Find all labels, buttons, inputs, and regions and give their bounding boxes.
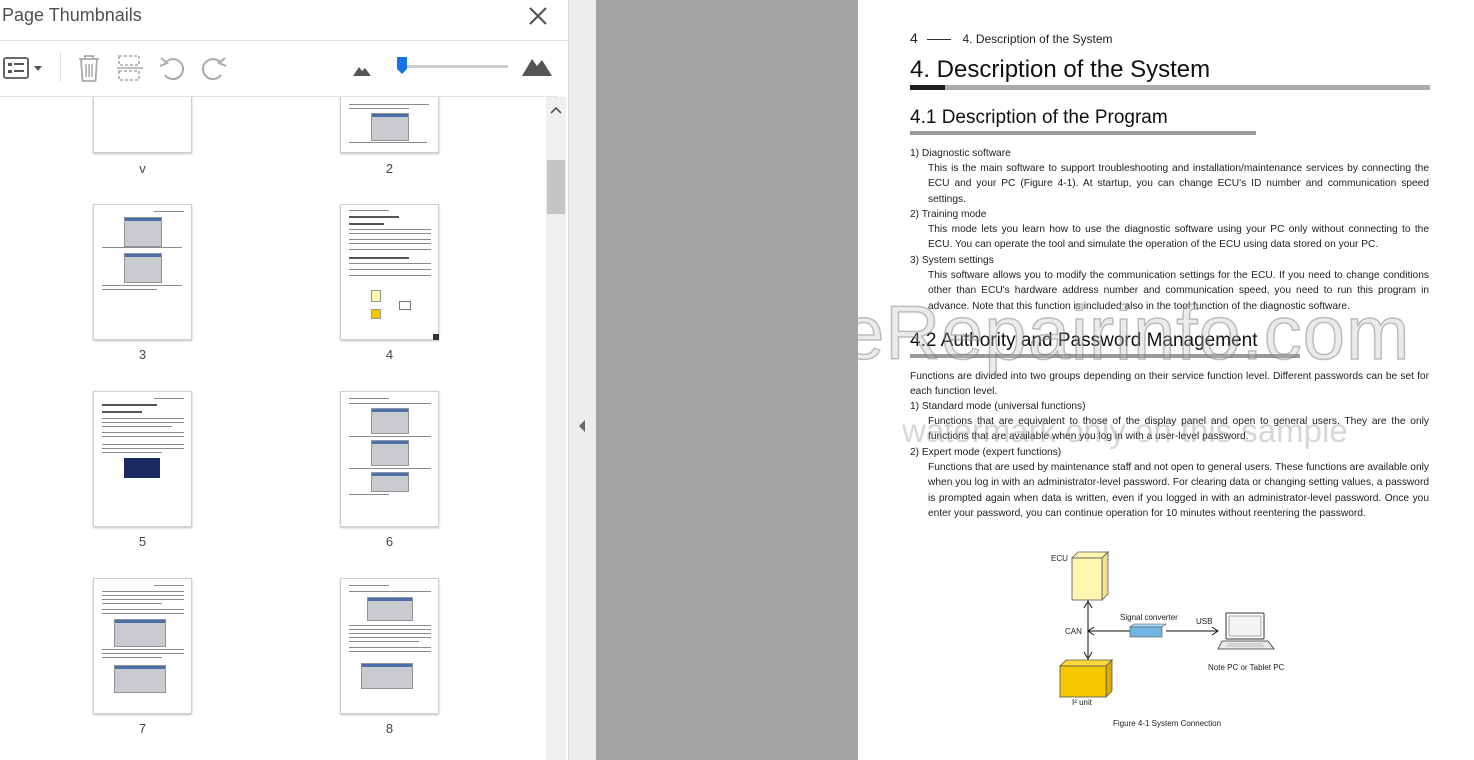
close-icon[interactable] [526, 4, 550, 28]
rotate-clockwise-icon[interactable] [200, 54, 228, 87]
section-intro: Functions are divided into two groups de… [910, 371, 1429, 398]
section-rule [910, 354, 1300, 358]
panel-splitter[interactable] [568, 0, 597, 760]
diagram-label-usb: USB [1196, 617, 1213, 626]
running-head: 4 4. Description of the System [910, 30, 1113, 46]
chapter-title: 4. Description of the System [910, 56, 1211, 83]
list-item-body: Functions that are used by maintenance s… [928, 462, 1429, 519]
zoom-slider-track[interactable] [398, 65, 508, 68]
diagram-label-pc: Note PC or Tablet PC [1208, 663, 1285, 672]
page-thumbnail-2[interactable] [340, 97, 439, 153]
thumbnail-label: 6 [385, 534, 394, 549]
rotate-counterclockwise-icon[interactable] [158, 54, 186, 87]
collapse-left-icon[interactable] [577, 418, 587, 439]
section-rule [910, 131, 1256, 135]
zoom-slider-handle[interactable] [396, 56, 408, 75]
document-page: 4 4. Description of the System 4. Descri… [858, 0, 1474, 760]
page-thumbnail-v[interactable] [93, 97, 192, 153]
thumbnail-list: v 2 3 4 5 6 7 8 [0, 97, 546, 760]
document-background [596, 0, 858, 760]
section-title: 4.2 Authority and Password Management [910, 330, 1258, 351]
thumbnail-resize-handle[interactable] [433, 334, 439, 340]
thumbnail-label: 2 [385, 161, 394, 176]
thumbnail-label: 5 [138, 534, 147, 549]
diagram-label-signal-converter: Signal converter [1120, 613, 1178, 622]
thumbnail-options-icon[interactable] [2, 55, 46, 86]
insert-pages-icon[interactable] [116, 53, 144, 88]
list-item-heading: 1) Standard mode (universal functions) [910, 401, 1086, 412]
list-item-heading: 2) Training mode [910, 209, 987, 220]
chapter-rule [910, 85, 1430, 90]
list-item-heading: 3) System settings [910, 255, 994, 266]
page-thumbnail-3[interactable] [93, 204, 192, 340]
large-mountain-icon[interactable] [521, 55, 553, 82]
page-thumbnail-4[interactable] [340, 204, 439, 340]
panel-title: Page Thumbnails [2, 5, 142, 25]
page-thumbnails-panel: Page Thumbnails v 2 3 4 5 6 7 8 [0, 0, 568, 760]
thumbnail-label: 3 [138, 347, 147, 362]
page-thumbnail-7[interactable] [93, 578, 192, 714]
panel-header: Page Thumbnails [0, 0, 568, 41]
scrollbar-thumb[interactable] [547, 160, 565, 214]
running-head-dash [927, 39, 952, 41]
thumbnail-label: v [139, 161, 146, 176]
list-item-heading: 1) Diagnostic software [910, 148, 1011, 159]
thumbnail-toolbar [0, 41, 558, 97]
toolbar-separator [60, 52, 61, 82]
list-item-body: Functions that are equivalent to those o… [928, 416, 1429, 443]
thumbnail-label: 4 [385, 347, 394, 362]
chevron-up-icon[interactable] [546, 101, 566, 121]
diagram-label-i2-unit: I² unit [1072, 698, 1093, 707]
diagram-label-can: CAN [1065, 627, 1082, 636]
trash-icon[interactable] [76, 53, 102, 88]
page-thumbnail-8[interactable] [340, 578, 439, 714]
list-item-body: This is the main software to support tro… [928, 163, 1429, 205]
thumbnail-label: 7 [138, 721, 147, 736]
thumbnail-label: 8 [385, 721, 394, 736]
page-thumbnail-5[interactable] [93, 391, 192, 527]
page-thumbnail-6[interactable] [340, 391, 439, 527]
list-item-body: This mode lets you learn how to use the … [928, 224, 1429, 251]
diagram-label-ecu: ECU [1051, 554, 1068, 563]
list-item-heading: 2) Expert mode (expert functions) [910, 447, 1062, 458]
small-mountain-icon[interactable] [352, 63, 372, 82]
section-title: 4.1 Description of the Program [910, 107, 1168, 128]
list-item-body: This software allows you to modify the c… [928, 270, 1429, 312]
thumbnail-scrollbar[interactable] [546, 97, 566, 760]
figure-caption: Figure 4-1 System Connection [1113, 719, 1222, 728]
running-head-text: 4. Description of the System [962, 32, 1113, 46]
page-number: 4 [910, 30, 918, 46]
